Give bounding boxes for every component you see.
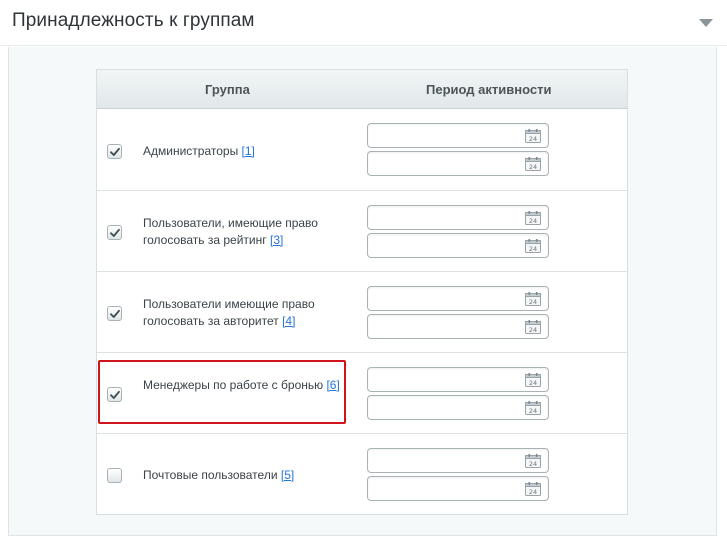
active-to-field[interactable]: 24 xyxy=(367,233,549,258)
active-to-input[interactable] xyxy=(372,155,512,172)
calendar-icon[interactable]: 24 xyxy=(525,482,541,496)
active-to-field[interactable]: 24 xyxy=(367,151,549,176)
group-label: Пользователи, имеющие право голосовать з… xyxy=(143,215,358,249)
calendar-icon[interactable]: 24 xyxy=(525,211,541,225)
calendar-icon-text: 24 xyxy=(529,379,537,387)
section-title: Принадлежность к группам xyxy=(12,10,255,31)
group-id-link[interactable]: [5] xyxy=(281,468,294,482)
calendar-icon-text: 24 xyxy=(529,298,537,306)
table-row: Пользователи имеющие право голосовать за… xyxy=(97,272,627,353)
group-name: Пользователи, имеющие право голосовать з… xyxy=(143,216,318,247)
active-from-input[interactable] xyxy=(372,209,512,226)
group-checkbox[interactable] xyxy=(107,306,122,321)
calendar-icon-text: 24 xyxy=(529,217,537,225)
table-header: Группа Период активности xyxy=(97,70,627,109)
group-checkbox[interactable] xyxy=(107,225,122,240)
highlight-frame xyxy=(98,360,346,424)
group-id-link[interactable]: [1] xyxy=(242,144,255,158)
active-to-field[interactable]: 24 xyxy=(367,476,549,501)
checkmark-icon xyxy=(110,309,120,318)
active-to-input[interactable] xyxy=(372,237,512,254)
collapse-arrow-icon[interactable] xyxy=(698,18,714,28)
calendar-icon[interactable]: 24 xyxy=(525,157,541,171)
header-group: Группа xyxy=(205,82,250,97)
active-from-field[interactable]: 24 xyxy=(367,205,549,230)
active-from-input[interactable] xyxy=(372,371,512,388)
group-checkbox[interactable] xyxy=(107,468,122,483)
group-name: Администраторы xyxy=(143,144,239,158)
active-to-input[interactable] xyxy=(372,399,512,416)
group-label: Администраторы [1] xyxy=(143,143,358,160)
calendar-icon[interactable]: 24 xyxy=(525,454,541,468)
active-from-field[interactable]: 24 xyxy=(367,286,549,311)
groups-table: Группа Период активности Администраторы … xyxy=(96,69,628,515)
calendar-icon[interactable]: 24 xyxy=(525,373,541,387)
calendar-icon-text: 24 xyxy=(529,135,537,143)
group-name: Почтовые пользователи xyxy=(143,468,278,482)
active-from-input[interactable] xyxy=(372,452,512,469)
group-id-link[interactable]: [3] xyxy=(270,233,283,247)
calendar-icon-text: 24 xyxy=(529,488,537,496)
checkmark-icon xyxy=(110,228,120,237)
calendar-icon[interactable]: 24 xyxy=(525,401,541,415)
calendar-icon[interactable]: 24 xyxy=(525,320,541,334)
table-row: Администраторы [1] 24 24 xyxy=(97,109,627,191)
calendar-icon-text: 24 xyxy=(529,326,537,334)
header-period: Период активности xyxy=(426,82,552,97)
checkmark-icon xyxy=(110,147,120,156)
calendar-icon[interactable]: 24 xyxy=(525,292,541,306)
active-from-field[interactable]: 24 xyxy=(367,367,549,392)
group-checkbox[interactable] xyxy=(107,144,122,159)
active-to-input[interactable] xyxy=(372,318,512,335)
active-from-input[interactable] xyxy=(372,290,512,307)
group-label: Почтовые пользователи [5] xyxy=(143,467,358,484)
group-membership-page: Принадлежность к группам Группа Период а… xyxy=(0,0,727,545)
group-label: Пользователи имеющие право голосовать за… xyxy=(143,296,358,330)
calendar-icon-text: 24 xyxy=(529,460,537,468)
calendar-icon-text: 24 xyxy=(529,245,537,253)
calendar-icon-text: 24 xyxy=(529,163,537,171)
calendar-icon[interactable]: 24 xyxy=(525,239,541,253)
active-to-field[interactable]: 24 xyxy=(367,395,549,420)
calendar-icon-text: 24 xyxy=(529,407,537,415)
active-from-field[interactable]: 24 xyxy=(367,123,549,148)
active-from-field[interactable]: 24 xyxy=(367,448,549,473)
active-from-input[interactable] xyxy=(372,127,512,144)
calendar-icon[interactable]: 24 xyxy=(525,129,541,143)
group-id-link[interactable]: [4] xyxy=(282,314,295,328)
table-row: Почтовые пользователи [5] 24 24 xyxy=(97,434,627,514)
active-to-field[interactable]: 24 xyxy=(367,314,549,339)
active-to-input[interactable] xyxy=(372,480,512,497)
table-row: Пользователи, имеющие право голосовать з… xyxy=(97,191,627,272)
section-header[interactable]: Принадлежность к группам xyxy=(0,0,727,46)
